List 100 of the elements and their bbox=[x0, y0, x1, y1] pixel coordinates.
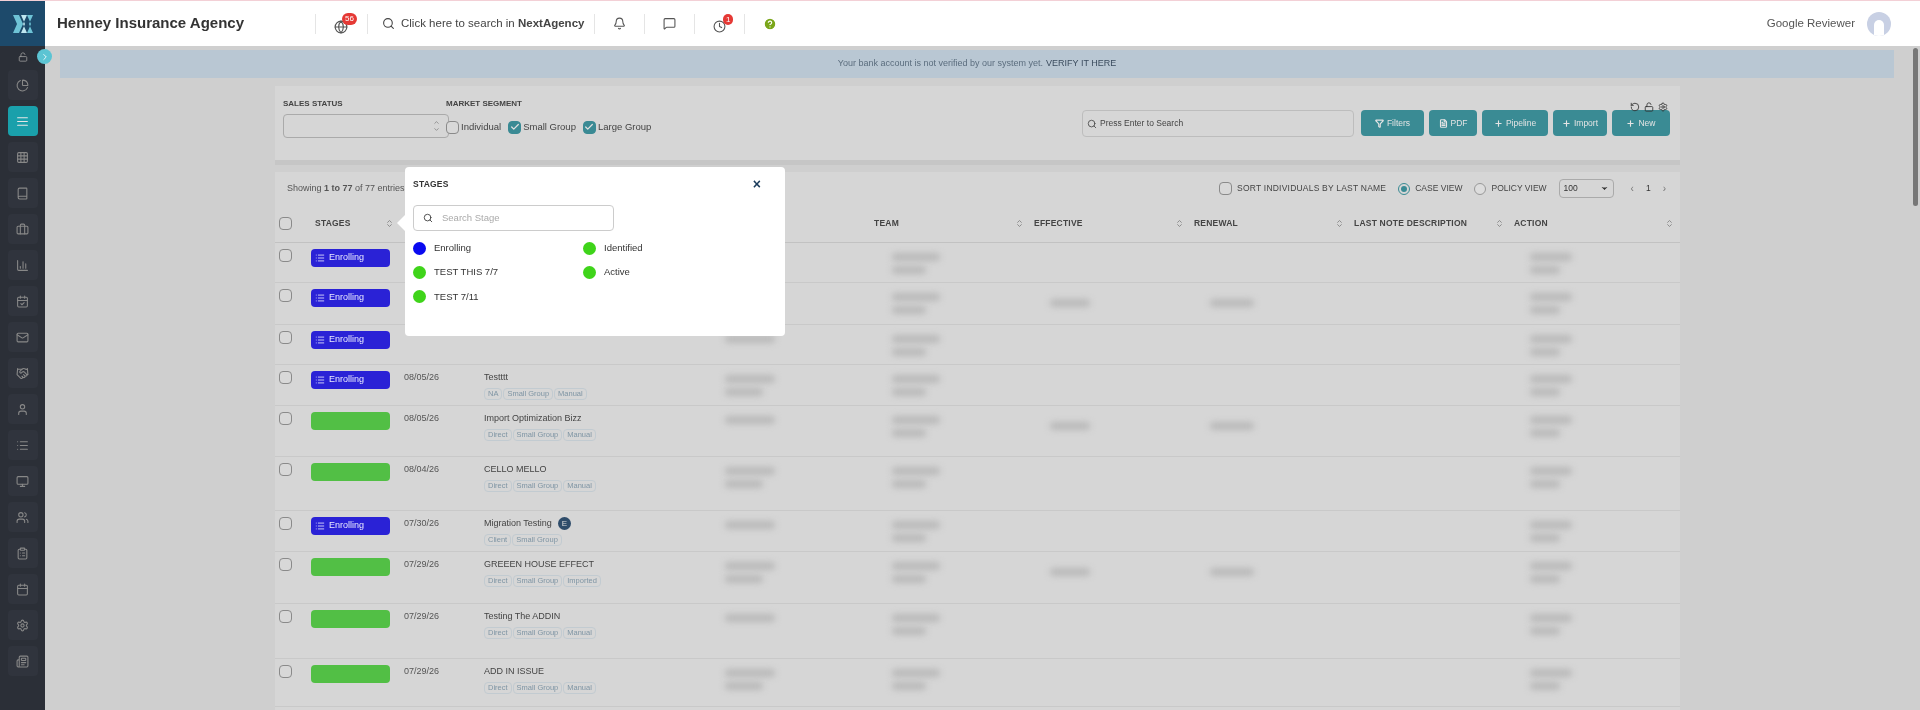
case-name[interactable]: ADD IN ISSUE bbox=[484, 665, 544, 679]
pdf-icon bbox=[1438, 118, 1448, 128]
reset-icon[interactable] bbox=[1630, 102, 1640, 112]
checkbox[interactable] bbox=[279, 558, 292, 571]
unlock-icon[interactable] bbox=[17, 52, 28, 62]
case-name[interactable]: GREEEN HOUSE EFFECT bbox=[484, 558, 594, 572]
stage-button[interactable]: Enrolling bbox=[311, 249, 390, 267]
checkbox[interactable] bbox=[446, 120, 459, 134]
user-name: Google Reviewer bbox=[1766, 15, 1855, 31]
case-name[interactable]: CELLO MELLO bbox=[484, 463, 547, 477]
sales-status-select[interactable] bbox=[283, 114, 449, 138]
sort-icon[interactable] bbox=[1665, 219, 1674, 228]
column-header[interactable]: LAST NOTE DESCRIPTION bbox=[1354, 217, 1468, 230]
date-cell-text: 08/04/26 bbox=[403, 463, 441, 476]
caret-icon bbox=[1599, 184, 1609, 193]
x-logo-icon bbox=[10, 13, 35, 34]
case-name[interactable]: Migration Testing bbox=[484, 517, 552, 531]
globe-icon bbox=[334, 20, 348, 34]
search-icon bbox=[382, 17, 395, 30]
checkbox-label: Individual bbox=[461, 120, 502, 134]
checkbox[interactable] bbox=[1219, 182, 1233, 195]
list-icon bbox=[315, 375, 325, 385]
stage-button[interactable]: Enrolling bbox=[311, 331, 390, 349]
case-name[interactable]: Import Optimization Bizz bbox=[484, 412, 582, 426]
close-button[interactable]: × bbox=[752, 177, 761, 191]
search-field[interactable]: Press Enter to Search bbox=[1082, 110, 1354, 137]
checkbox[interactable] bbox=[279, 289, 292, 302]
checkbox[interactable] bbox=[279, 610, 292, 623]
stage-option[interactable]: TEST 7/11 bbox=[413, 289, 583, 304]
sidebar-button[interactable] bbox=[7, 106, 38, 136]
global-search[interactable]: Click here to search in NextAgency bbox=[382, 14, 585, 33]
case-name[interactable]: Testing The ADDIN bbox=[484, 610, 561, 624]
checkbox-label: Small Group bbox=[523, 120, 576, 134]
settings-icon[interactable] bbox=[1658, 102, 1668, 112]
date-cell-text: 08/05/26 bbox=[403, 371, 441, 384]
user-icon bbox=[16, 402, 29, 416]
globe-button[interactable]: 56 bbox=[334, 13, 357, 34]
stage-option[interactable]: TEST THIS 7/7 bbox=[413, 265, 583, 280]
unlock-icon[interactable] bbox=[1644, 102, 1654, 112]
stage-option[interactable]: Enrolling bbox=[413, 241, 583, 256]
checkbox[interactable] bbox=[279, 331, 292, 344]
chat-icon bbox=[663, 17, 677, 30]
help-button[interactable] bbox=[763, 16, 778, 31]
popup-title: STAGES bbox=[413, 177, 449, 191]
checkbox[interactable] bbox=[279, 517, 292, 530]
plus-icon bbox=[1493, 118, 1503, 128]
list-icon bbox=[315, 335, 325, 345]
clipboard-icon bbox=[16, 546, 29, 560]
sort-icon[interactable] bbox=[1495, 219, 1504, 228]
date-cell-text: 07/29/26 bbox=[403, 665, 441, 678]
date-cell-text: 07/29/26 bbox=[403, 558, 441, 571]
page-number[interactable]: 1 bbox=[1645, 182, 1651, 195]
checkbox[interactable] bbox=[279, 665, 292, 678]
entries-info: Showing 1 to 77 of 77 entries bbox=[287, 181, 405, 195]
checkbox[interactable] bbox=[508, 120, 522, 134]
stage-button[interactable]: Enrolling bbox=[311, 289, 390, 307]
list-icon bbox=[16, 438, 29, 452]
banner-text: Your bank account is not verified by our system yet. bbox=[837, 57, 1044, 71]
date-cell-text: 08/05/26 bbox=[403, 412, 441, 425]
stage-option[interactable]: Active bbox=[583, 265, 753, 280]
column-header[interactable]: RENEWAL bbox=[1194, 217, 1238, 230]
column-header[interactable]: TEAM bbox=[874, 217, 899, 230]
sort-icon[interactable] bbox=[385, 219, 394, 228]
checkbox[interactable] bbox=[279, 249, 292, 262]
field-label: MARKET SEGMENT bbox=[446, 98, 523, 110]
clock-button[interactable]: 1 bbox=[713, 14, 734, 33]
list-icon bbox=[16, 114, 29, 128]
avatar[interactable] bbox=[1867, 11, 1891, 36]
chat-button[interactable] bbox=[663, 17, 677, 30]
search-icon bbox=[423, 213, 433, 223]
checkbox[interactable] bbox=[582, 120, 596, 134]
page-size-select[interactable]: 100 bbox=[1558, 179, 1614, 198]
sort-icon[interactable] bbox=[1175, 219, 1184, 228]
checkbox[interactable] bbox=[279, 371, 292, 384]
book-icon bbox=[16, 186, 29, 200]
checkbox[interactable] bbox=[279, 217, 292, 230]
sort-icon[interactable] bbox=[1015, 219, 1024, 228]
plus-icon bbox=[1626, 118, 1636, 128]
logo[interactable] bbox=[0, 0, 45, 47]
radio-label: CASE VIEW bbox=[1415, 182, 1463, 195]
sort-icon[interactable] bbox=[1335, 219, 1344, 228]
stage-button[interactable]: Enrolling bbox=[311, 517, 390, 535]
verify-link[interactable]: VERIFY IT HERE bbox=[1046, 57, 1117, 71]
column-header[interactable]: EFFECTIVE bbox=[1034, 217, 1083, 230]
monitor-icon bbox=[16, 474, 29, 488]
checkbox[interactable] bbox=[279, 463, 292, 476]
sidebar-button[interactable] bbox=[7, 142, 38, 172]
date-cell-text: 07/29/26 bbox=[403, 610, 441, 623]
settings-icon bbox=[16, 618, 29, 632]
radio-button[interactable] bbox=[1474, 182, 1487, 195]
stage-button[interactable]: Enrolling bbox=[311, 371, 390, 389]
column-header[interactable]: STAGES bbox=[315, 217, 351, 230]
case-name[interactable]: Testttt bbox=[484, 371, 508, 385]
search-icon bbox=[1087, 118, 1097, 129]
checkbox[interactable] bbox=[279, 412, 292, 425]
bell-button[interactable] bbox=[613, 17, 627, 30]
bar-chart-icon bbox=[16, 258, 29, 272]
list-icon bbox=[315, 293, 325, 303]
column-header[interactable]: ACTION bbox=[1514, 217, 1548, 230]
stage-option[interactable]: Identified bbox=[583, 241, 753, 256]
